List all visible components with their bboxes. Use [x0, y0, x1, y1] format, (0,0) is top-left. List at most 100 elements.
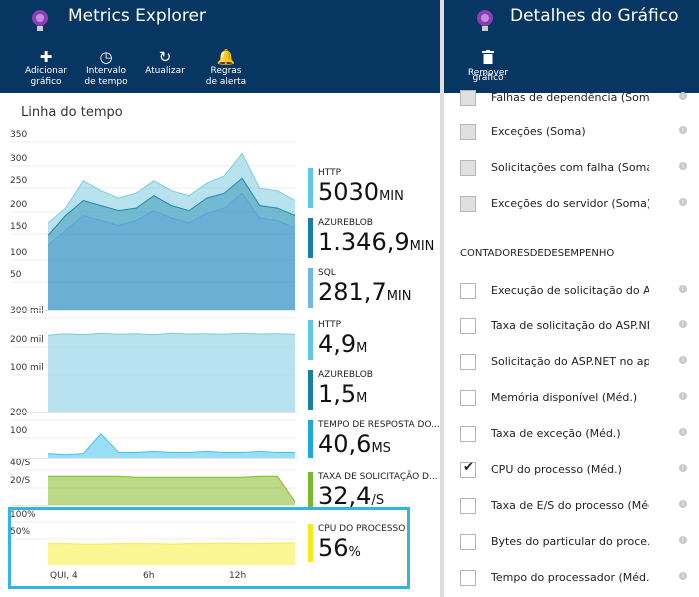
metric-label: Memória disponível (Méd.) [491, 391, 638, 404]
metric-checkbox-row[interactable]: Falhas de dependência (Soma) i [460, 90, 687, 110]
metric-checkbox-row[interactable]: Taxa de exceção (Méd.) i [460, 426, 687, 446]
metric-label: Taxa de solicitação do ASP.NE... [491, 319, 649, 332]
selected-chart-highlight[interactable] [8, 507, 410, 589]
info-icon[interactable]: i [679, 198, 687, 206]
legend-series-name[interactable]: AZUREBLOB [318, 370, 373, 380]
legend-value-unit: MIN [409, 239, 435, 254]
info-icon[interactable]: i [679, 162, 687, 170]
info-icon[interactable]: i [679, 126, 687, 134]
legend-color-bar [308, 168, 313, 208]
trash-icon [462, 50, 514, 68]
info-icon[interactable]: i [679, 392, 687, 400]
legend-value-unit: MIN [379, 189, 404, 204]
info-icon[interactable]: i [679, 285, 687, 293]
metric-checkbox-row[interactable]: Tempo do processador (Méd.) i [460, 570, 687, 590]
checkbox[interactable] [460, 196, 476, 212]
chart-separator [12, 458, 297, 459]
metric-checkbox-row[interactable]: Memória disponível (Méd.) i [460, 390, 687, 410]
metric-checkbox-row[interactable]: Exceções (Soma) i [460, 124, 687, 144]
legend-value-unit: M [356, 341, 368, 356]
legend-color-bar [308, 370, 313, 410]
legend-value-number: 4,9 [318, 330, 357, 358]
series-area-4-1 [48, 476, 295, 505]
info-icon[interactable]: i [679, 464, 687, 472]
chart-panel-3[interactable] [47, 433, 295, 458]
metric-checkbox-row[interactable]: Solicitações com falha (Soma) i [460, 160, 687, 180]
checkbox[interactable] [460, 283, 476, 299]
metric-label: Taxa de exceção (Méd.) [491, 427, 621, 440]
chart-panel-2[interactable] [47, 332, 296, 412]
y-tick-label: 200 mil [10, 335, 44, 345]
y-tick-label: 300 mil [10, 306, 44, 316]
legend-series-name[interactable]: AZUREBLOB [318, 218, 373, 228]
checkbox[interactable] [460, 534, 476, 550]
legend-series-name[interactable]: HTTP [318, 168, 341, 178]
metric-checkbox-row[interactable]: Exceções do servidor (Soma) i [460, 196, 687, 216]
legend-color-bar [308, 472, 313, 510]
legend-value-unit: MS [371, 441, 391, 456]
y-tick-label: 100 [10, 426, 28, 436]
info-icon[interactable]: i [679, 320, 687, 328]
legend-color-bar [308, 218, 313, 258]
legend-value-unit: MIN [386, 289, 412, 304]
metric-checkbox-row[interactable]: Execução de solicitação do A... i [460, 283, 687, 303]
metric-checkbox-row[interactable]: Taxa de E/S do processo (Méd... i [460, 498, 687, 518]
metric-checkbox-row[interactable]: CPU do processo (Méd.) i [460, 460, 687, 482]
checkbox[interactable] [460, 570, 476, 586]
metric-checkbox-row[interactable]: Taxa de solicitação do ASP.NE... i [460, 318, 687, 338]
metric-label: Taxa de E/S do processo (Méd... [491, 499, 649, 512]
info-icon[interactable]: i [679, 572, 687, 580]
legend-value-unit: /S [371, 493, 385, 508]
checkbox[interactable] [460, 124, 476, 140]
metric-label: CPU do processo (Méd.) [491, 463, 622, 476]
metric-checkbox-row[interactable]: Bytes do particular do proce... i [460, 534, 687, 554]
details-header: Detalhes do Gráfico Remover gráfico [444, 0, 699, 93]
checkbox[interactable] [460, 90, 476, 106]
legend-color-bar [308, 320, 313, 360]
chart-panel-4[interactable] [48, 475, 296, 505]
checkbox[interactable] [460, 426, 476, 442]
chart-separator [12, 412, 297, 413]
chart-panel-1[interactable] [47, 152, 296, 310]
details-title: Detalhes do Gráfico [510, 6, 679, 26]
y-tick-label: 200 [10, 200, 28, 210]
metric-label: Tempo do processador (Méd.) [491, 571, 649, 584]
info-icon[interactable]: i [679, 92, 687, 100]
y-tick-label: 250 [10, 176, 28, 186]
legend-series-value: 1.346,9MIN [318, 228, 434, 261]
legend-series-name[interactable]: TAXA DE SOLICITAÇÃO D... [318, 472, 438, 482]
checkbox[interactable] [460, 318, 476, 334]
section-title-performance-counters: CONTADORESDEDESEMPENHO [460, 248, 615, 259]
legend-value-unit: M [356, 391, 368, 406]
legend-series-name[interactable]: SQL [318, 268, 336, 278]
series-area-2-2 [48, 344, 295, 412]
legend-series-value: 4,9M [318, 330, 367, 363]
chart-details-blade: Detalhes do Gráfico Remover gráfico Falh… [444, 0, 699, 597]
legend-series-name[interactable]: TEMPO DE RESPOSTA DO... [318, 420, 440, 430]
legend-series-value: 281,7MIN [318, 278, 412, 311]
metric-label: Execução de solicitação do A... [491, 284, 649, 297]
checkbox-checked[interactable] [460, 460, 476, 478]
metric-checkbox-row[interactable]: Solicitação do ASP.NET no ap... i [460, 354, 687, 374]
y-tick-label: 100 [10, 248, 28, 258]
legend-series-value: 1,5M [318, 380, 367, 413]
legend-value-number: 5030 [318, 178, 380, 206]
metric-label: Exceções do servidor (Soma) [491, 197, 649, 210]
metric-label: Solicitações com falha (Soma) [491, 161, 649, 174]
info-icon[interactable]: i [679, 500, 687, 508]
checkbox[interactable] [460, 354, 476, 370]
legend-series-name[interactable]: HTTP [318, 320, 341, 330]
chart-separator [12, 310, 297, 311]
checkbox[interactable] [460, 160, 476, 176]
legend-value-number: 281,7 [318, 278, 387, 306]
metric-label: Bytes do particular do proce... [491, 535, 649, 548]
info-icon[interactable]: i [679, 356, 687, 364]
info-icon[interactable]: i [679, 536, 687, 544]
checkbox[interactable] [460, 498, 476, 514]
metric-label: Falhas de dependência (Soma) [491, 91, 649, 104]
remove-chart-button[interactable]: Remover gráfico [462, 50, 514, 84]
info-icon[interactable]: i [679, 428, 687, 436]
y-tick-label: 100 mil [10, 363, 44, 373]
checkbox[interactable] [460, 390, 476, 406]
lightbulb-icon [477, 10, 493, 31]
